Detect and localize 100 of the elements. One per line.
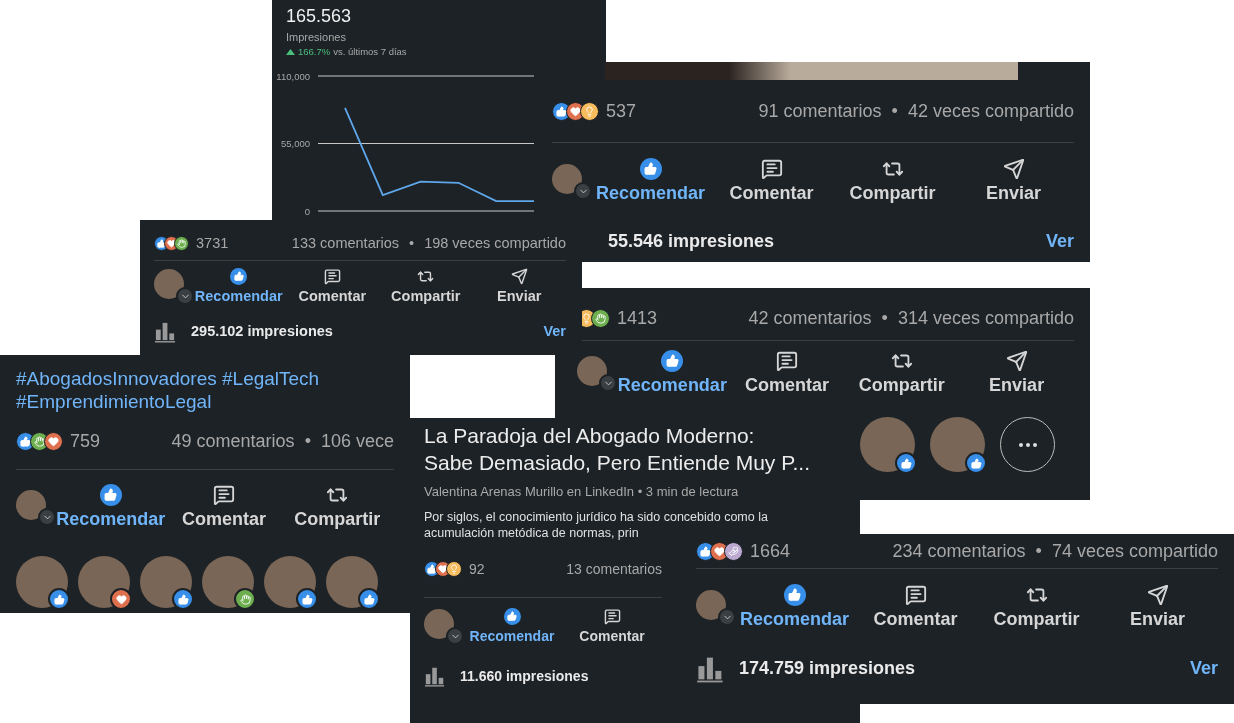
comment-icon	[904, 584, 927, 606]
comment-icon	[213, 484, 235, 506]
user-avatar[interactable]	[552, 164, 582, 194]
send-icon	[1005, 350, 1028, 372]
share-button[interactable]: Compartir	[844, 350, 960, 396]
comment-button[interactable]: Comentar	[167, 484, 281, 530]
share-count[interactable]: 198 veces compartido	[424, 235, 566, 251]
reaction-count[interactable]: 1413	[617, 307, 658, 329]
comment-count[interactable]: 49 comentarios	[171, 430, 295, 452]
change-note: vs. últimos 7 días	[333, 46, 407, 57]
reactor-avatar[interactable]	[78, 556, 130, 608]
article-title[interactable]: La Paradoja del Abogado Moderno:	[424, 422, 755, 449]
reaction-count[interactable]: 92	[469, 561, 485, 577]
share-count[interactable]: 314 veces compartido	[897, 307, 1074, 329]
user-avatar[interactable]	[424, 609, 454, 639]
dropdown-icon[interactable]	[574, 182, 592, 200]
dropdown-icon[interactable]	[599, 374, 617, 392]
like-button[interactable]: Recomendar	[54, 484, 168, 530]
axis-tick-label: 55,000	[280, 138, 310, 149]
article-excerpt: Por siglos, el conocimiento jurídico ha sido concebido como la	[424, 509, 768, 525]
dropdown-icon[interactable]	[176, 287, 194, 305]
reactor-avatar[interactable]	[264, 556, 316, 608]
impressions-count: 174.759 impresiones	[739, 657, 916, 679]
share-button[interactable]: Compartir	[379, 268, 473, 304]
comment-count[interactable]: 234 comentarios	[892, 540, 1026, 562]
impressions-total: 165.563	[285, 5, 353, 27]
dropdown-icon[interactable]	[718, 608, 736, 626]
comment-count[interactable]: 13 comentarios	[566, 561, 662, 577]
reactor-avatar[interactable]	[140, 556, 192, 608]
reactor-avatar[interactable]	[930, 417, 985, 472]
share-button[interactable]: Compartir	[976, 584, 1097, 630]
like-button[interactable]: Recomendar	[462, 608, 562, 644]
separator-dot: •	[409, 235, 415, 251]
dropdown-icon[interactable]	[446, 627, 464, 645]
comment-icon	[603, 608, 621, 625]
share-button[interactable]: Compartir	[280, 484, 394, 530]
like-button[interactable]: Recomendar	[615, 350, 730, 396]
reactor-avatar[interactable]	[202, 556, 254, 608]
user-avatar[interactable]	[696, 590, 726, 620]
reactor-avatar[interactable]	[860, 417, 915, 472]
comment-button[interactable]: Comentar	[562, 608, 662, 644]
comment-button[interactable]: Comentar	[711, 158, 832, 204]
dropdown-icon[interactable]	[38, 508, 56, 526]
impressions-count: 295.102 impresiones	[191, 323, 333, 339]
comment-button[interactable]: Comentar	[729, 350, 845, 396]
share-button[interactable]: Compartir	[832, 158, 953, 204]
change-percent: 166.7%	[298, 46, 331, 57]
reaction-count[interactable]: 3731	[196, 235, 229, 251]
send-button[interactable]: Enviar	[953, 158, 1074, 204]
user-avatar[interactable]	[577, 356, 607, 386]
separator-dot: •	[1035, 540, 1042, 562]
send-button[interactable]: Enviar	[1097, 584, 1218, 630]
share-count[interactable]: 74 veces compartido	[1051, 540, 1218, 562]
comment-button[interactable]: Comentar	[285, 268, 379, 304]
more-icon	[1018, 442, 1037, 447]
impressions-label: Impresiones	[285, 30, 347, 43]
comment-button[interactable]: Comentar	[855, 584, 976, 630]
comment-count[interactable]: 91 comentarios	[758, 100, 882, 122]
view-link[interactable]: Ver	[1045, 230, 1074, 252]
send-icon	[510, 268, 528, 285]
article-title[interactable]: Sabe Demasiado, Pero Entiende Muy P...	[424, 449, 810, 476]
comment-count[interactable]: 42 comentarios	[748, 307, 872, 329]
reactor-avatar[interactable]	[16, 556, 68, 608]
comment-icon	[776, 350, 799, 372]
like-button[interactable]: Recomendar	[734, 584, 855, 630]
reaction-count[interactable]: 759	[70, 430, 101, 452]
article-byline: Valentina Arenas Murillo en LinkedIn • 3 min de lectura	[424, 483, 740, 501]
separator-dot: •	[881, 307, 888, 329]
axis-tick-label: 0	[304, 205, 310, 217]
comment-icon	[323, 268, 341, 285]
user-avatar[interactable]	[16, 490, 46, 520]
thumbs-up-icon	[99, 484, 122, 506]
axis-tick-label: 110,000	[276, 70, 310, 82]
comment-count[interactable]: 133 comentarios	[291, 235, 400, 251]
separator-dot: •	[304, 430, 311, 452]
reaction-count[interactable]: 1664	[750, 540, 791, 562]
comment-icon	[760, 158, 783, 180]
view-link[interactable]: Ver	[1189, 657, 1218, 679]
send-button[interactable]: Enviar	[472, 268, 566, 304]
share-count[interactable]: 106 vece	[320, 430, 394, 452]
like-button[interactable]: Recomendar	[192, 268, 286, 304]
send-button[interactable]: Enviar	[959, 350, 1074, 396]
send-icon	[1146, 584, 1169, 606]
thumbs-up-icon	[230, 268, 248, 285]
thumbs-up-icon	[783, 584, 806, 606]
thumbs-up-icon	[639, 158, 662, 180]
separator-dot: •	[891, 100, 898, 122]
reactor-avatar[interactable]	[326, 556, 378, 608]
thumbs-up-icon	[661, 350, 684, 372]
share-count[interactable]: 42 veces compartido	[907, 100, 1074, 122]
hashtags[interactable]: #AbogadosInnovadores #LegalTech #EmprendimientoLegal	[16, 361, 394, 413]
reaction-count[interactable]: 537	[606, 100, 637, 122]
like-button[interactable]: Recomendar	[590, 158, 711, 204]
impressions-count: 11.660 impresiones	[460, 668, 589, 684]
send-icon	[1002, 158, 1025, 180]
article-excerpt: acumulación metódica de normas, prin	[424, 525, 639, 541]
impressions-count: 55.546 impresiones	[608, 230, 775, 252]
thumbs-up-icon	[503, 608, 521, 625]
view-link[interactable]: Ver	[543, 323, 566, 339]
user-avatar[interactable]	[154, 269, 184, 299]
